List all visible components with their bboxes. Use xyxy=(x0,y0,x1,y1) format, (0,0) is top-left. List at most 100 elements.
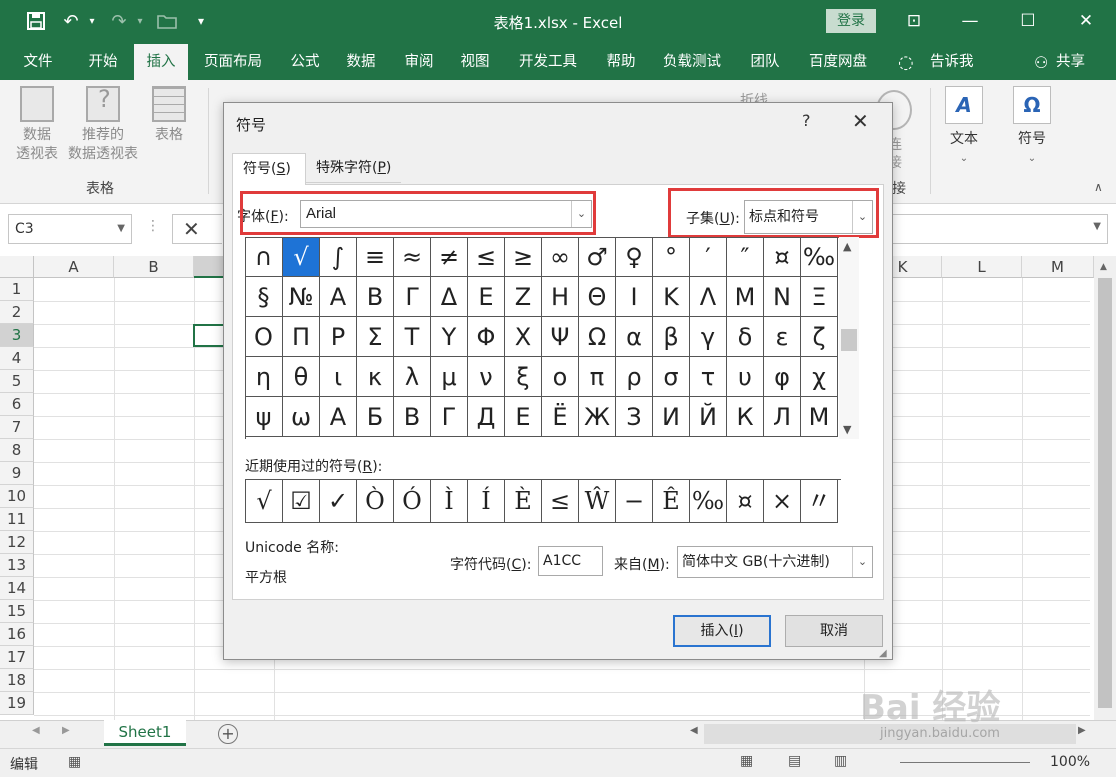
symbol-cell[interactable]: ° xyxy=(653,237,690,277)
symbol-cell[interactable]: И xyxy=(653,397,690,437)
recent-symbols-grid[interactable]: √ ☑ ✓ Ò Ó Ì Í È ≤ Ŵ − Ê ‰ ¤ × 〃 xyxy=(245,479,841,523)
symbol-cell[interactable]: Ο xyxy=(245,317,283,357)
symbol-cell[interactable]: Χ xyxy=(505,317,542,357)
tab-insert[interactable]: 插入 xyxy=(134,44,188,80)
recent-symbol-cell[interactable]: Ŵ xyxy=(579,480,616,523)
symbol-cell[interactable]: ο xyxy=(542,357,579,397)
symbol-cell[interactable]: λ xyxy=(394,357,431,397)
recent-symbol-cell[interactable]: Ó xyxy=(394,480,431,523)
symbol-cell[interactable]: ψ xyxy=(245,397,283,437)
symbol-cell[interactable]: β xyxy=(653,317,690,357)
row-header[interactable]: 6 xyxy=(0,393,34,416)
recent-symbol-cell[interactable]: 〃 xyxy=(801,480,838,523)
symbol-cell[interactable]: ρ xyxy=(616,357,653,397)
login-button[interactable]: 登录 xyxy=(826,9,876,33)
tab-data[interactable]: 数据 xyxy=(338,44,384,80)
tab-load-test[interactable]: 负载测试 xyxy=(654,44,730,80)
next-sheet-icon[interactable]: ▶ xyxy=(62,725,70,736)
tab-view[interactable]: 视图 xyxy=(452,44,498,80)
close-dialog-icon[interactable]: ✕ xyxy=(852,109,869,133)
minimize-icon[interactable]: — xyxy=(950,8,990,34)
recent-symbol-cell[interactable]: Ì xyxy=(431,480,468,523)
page-layout-view-icon[interactable]: ▤ xyxy=(788,753,801,769)
tab-page-layout[interactable]: 页面布局 xyxy=(196,44,270,80)
symbol-cell[interactable]: Π xyxy=(283,317,320,357)
maximize-icon[interactable]: ☐ xyxy=(1008,8,1048,34)
tell-me-search[interactable]: 告诉我 xyxy=(930,44,974,80)
symbol-cell[interactable]: Ζ xyxy=(505,277,542,317)
scroll-left-icon[interactable]: ◀ xyxy=(690,725,698,736)
symbol-cell[interactable]: ε xyxy=(764,317,801,357)
symbol-cell[interactable]: α xyxy=(616,317,653,357)
ribbon-display-options-icon[interactable]: ⊡ xyxy=(894,8,934,34)
recommended-pivot-button[interactable]: ? 推荐的 数据透视表 xyxy=(64,86,142,164)
row-header[interactable]: 13 xyxy=(0,554,34,577)
symbol-cell[interactable]: Ё xyxy=(542,397,579,437)
symbol-cell[interactable]: Д xyxy=(468,397,505,437)
symbol-cell[interactable]: З xyxy=(616,397,653,437)
symbol-cell[interactable]: υ xyxy=(727,357,764,397)
symbol-cell[interactable]: № xyxy=(283,277,320,317)
vertical-scrollbar[interactable]: ▲ xyxy=(1094,256,1116,720)
symbol-cell[interactable]: А xyxy=(320,397,357,437)
scrollbar-thumb[interactable] xyxy=(1098,278,1112,708)
symbol-cell[interactable]: ≤ xyxy=(468,237,505,277)
symbol-cell[interactable]: Ω xyxy=(579,317,616,357)
tab-formulas[interactable]: 公式 xyxy=(282,44,328,80)
expand-formula-bar-icon[interactable]: ▼ xyxy=(1093,221,1101,232)
row-header[interactable]: 8 xyxy=(0,439,34,462)
symbol-cell[interactable]: π xyxy=(579,357,616,397)
symbol-cell[interactable]: √ xyxy=(283,237,320,277)
symbol-cell[interactable]: μ xyxy=(431,357,468,397)
share-button[interactable]: 共享 xyxy=(1056,44,1085,80)
symbol-cell[interactable]: Τ xyxy=(394,317,431,357)
symbol-cell[interactable]: Μ xyxy=(727,277,764,317)
row-header[interactable]: 2 xyxy=(0,301,34,324)
row-header[interactable]: 9 xyxy=(0,462,34,485)
symbol-cell[interactable]: γ xyxy=(690,317,727,357)
collapse-ribbon-icon[interactable]: ∧ xyxy=(1094,180,1103,194)
normal-view-icon[interactable]: ▦ xyxy=(740,753,753,769)
symbol-cell[interactable]: Β xyxy=(357,277,394,317)
symbol-cell[interactable]: Κ xyxy=(653,277,690,317)
symbol-cell[interactable]: Б xyxy=(357,397,394,437)
page-break-view-icon[interactable]: ▥ xyxy=(834,753,847,769)
symbol-cell[interactable]: χ xyxy=(801,357,838,397)
text-button[interactable]: A 文本 ⌄ xyxy=(942,86,986,168)
symbol-cell[interactable]: ≥ xyxy=(505,237,542,277)
symbol-cell[interactable]: В xyxy=(394,397,431,437)
column-header[interactable]: A xyxy=(34,256,114,278)
symbol-cell[interactable]: τ xyxy=(690,357,727,397)
recent-symbol-cell[interactable]: ✓ xyxy=(320,480,357,523)
symbol-cell[interactable]: Ι xyxy=(616,277,653,317)
formula-input[interactable]: ▼ xyxy=(890,214,1108,244)
tab-file[interactable]: 文件 xyxy=(14,44,62,80)
tab-team[interactable]: 团队 xyxy=(742,44,788,80)
name-box[interactable]: C3 ▼ xyxy=(8,214,132,244)
symbol-cell[interactable]: Α xyxy=(320,277,357,317)
symbol-cell[interactable]: Υ xyxy=(431,317,468,357)
symbol-cell[interactable]: ι xyxy=(320,357,357,397)
symbol-cell[interactable]: Σ xyxy=(357,317,394,357)
row-header[interactable]: 4 xyxy=(0,347,34,370)
row-header[interactable]: 18 xyxy=(0,669,34,692)
tab-baidu-netdisk[interactable]: 百度网盘 xyxy=(800,44,876,80)
macro-record-icon[interactable]: ▦ xyxy=(68,754,81,770)
symbol-cell[interactable]: φ xyxy=(764,357,801,397)
table-button[interactable]: 表格 xyxy=(146,86,192,145)
symbol-cell[interactable]: Δ xyxy=(431,277,468,317)
symbol-cell[interactable]: ′ xyxy=(690,237,727,277)
symbol-cell[interactable]: Е xyxy=(505,397,542,437)
symbol-cell[interactable]: § xyxy=(245,277,283,317)
recent-symbol-cell[interactable]: × xyxy=(764,480,801,523)
row-header[interactable]: 17 xyxy=(0,646,34,669)
insert-button[interactable]: 插入(I) xyxy=(673,615,771,647)
symbol-cell[interactable]: Ж xyxy=(579,397,616,437)
symbol-cell[interactable]: ∞ xyxy=(542,237,579,277)
symbol-cell[interactable]: Γ xyxy=(394,277,431,317)
symbol-cell[interactable]: Л xyxy=(764,397,801,437)
symbol-cell[interactable]: ¤ xyxy=(764,237,801,277)
recent-symbol-cell[interactable]: È xyxy=(505,480,542,523)
from-dropdown-icon[interactable]: ⌄ xyxy=(852,547,872,577)
row-header[interactable]: 10 xyxy=(0,485,34,508)
